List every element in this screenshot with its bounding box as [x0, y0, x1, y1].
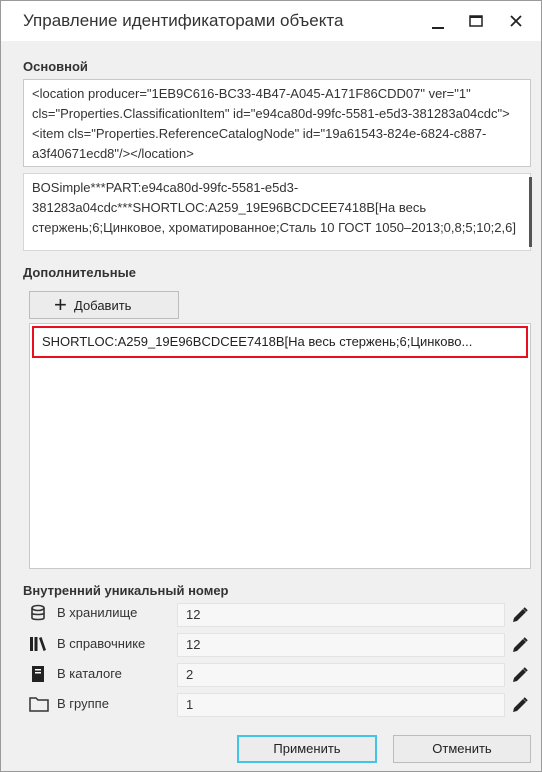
string-scrollbar[interactable] — [529, 177, 532, 247]
row-label-directory: В справочнике — [57, 636, 146, 651]
minimize-button[interactable] — [421, 7, 455, 35]
list-item[interactable]: SHORTLOC:A259_19E96BCDCEE7418B[На весь с… — [32, 326, 528, 358]
group-number-field[interactable]: 1 — [177, 693, 505, 717]
add-button-label: Добавить — [74, 298, 132, 313]
maximize-icon — [469, 15, 483, 27]
main-string-field[interactable]: BOSimple***PART:e94ca80d-99fc-5581-e5d3-… — [23, 173, 531, 251]
additional-section-heading: Дополнительные — [23, 265, 136, 280]
additional-list[interactable]: SHORTLOC:A259_19E96BCDCEE7418B[На весь с… — [29, 323, 531, 569]
row-label-group: В группе — [57, 696, 109, 711]
close-icon — [510, 15, 522, 27]
library-books-icon — [30, 637, 46, 651]
database-icon — [31, 604, 45, 621]
title-bar[interactable]: Управление идентификаторами объекта — [1, 1, 541, 41]
catalog-book-icon — [32, 666, 44, 682]
pencil-icon[interactable] — [511, 606, 529, 624]
maximize-button[interactable] — [459, 7, 493, 35]
main-string-text: BOSimple***PART:e94ca80d-99fc-5581-e5d3-… — [32, 180, 516, 235]
plus-icon: + — [54, 292, 67, 317]
storage-number-field[interactable]: 12 — [177, 603, 505, 627]
cancel-button[interactable]: Отменить — [393, 735, 531, 763]
dialog-window: Управление идентификаторами объекта Осно… — [0, 0, 542, 772]
apply-button[interactable]: Применить — [237, 735, 377, 763]
main-section-heading: Основной — [23, 59, 88, 74]
internal-section-heading: Внутренний уникальный номер — [23, 583, 229, 598]
pencil-icon[interactable] — [511, 696, 529, 714]
folder-icon — [29, 697, 49, 712]
directory-number-field[interactable]: 12 — [177, 633, 505, 657]
catalog-number-field[interactable]: 2 — [177, 663, 505, 687]
minimize-icon — [432, 27, 444, 29]
pencil-icon[interactable] — [511, 666, 529, 684]
close-button[interactable] — [499, 7, 533, 35]
pencil-icon[interactable] — [511, 636, 529, 654]
row-label-catalog: В каталоге — [57, 666, 122, 681]
add-button[interactable]: + Добавить — [29, 291, 179, 319]
row-label-storage: В хранилище — [57, 605, 138, 620]
window-title: Управление идентификаторами объекта — [23, 11, 344, 30]
main-xml-field[interactable]: <location producer="1EB9C616-BC33-4B47-A… — [23, 79, 531, 167]
